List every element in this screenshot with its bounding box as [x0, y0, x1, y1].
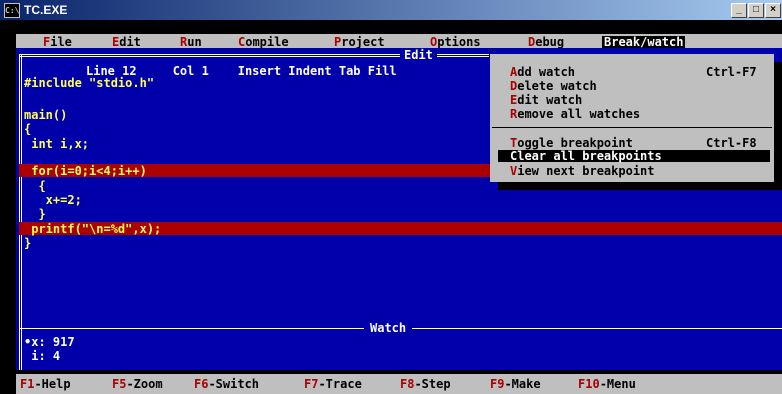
maximize-button[interactable]: □	[748, 3, 764, 18]
fkey-trace[interactable]: F7-Trace	[304, 378, 362, 390]
console-app-icon: C:\	[4, 3, 20, 18]
edit-frame-left	[19, 54, 22, 370]
code-line[interactable]: printf("\n=%d",x);	[24, 223, 161, 235]
fkey-switch[interactable]: F6-Switch	[194, 378, 259, 390]
watch-line[interactable]: •x: 917	[24, 336, 75, 348]
menu-item-remove-all-watches[interactable]: Remove all watches	[510, 108, 640, 120]
watch-line[interactable]: i: 4	[24, 350, 60, 362]
code-line[interactable]: for(i=0;i<4;i++)	[24, 165, 147, 177]
menu-item-toggle-breakpoint[interactable]: Toggle breakpoint	[510, 137, 633, 149]
fkey-step[interactable]: F8-Step	[400, 378, 451, 390]
menu-edit[interactable]: Edit	[112, 36, 141, 48]
minimize-button[interactable]: _	[731, 3, 747, 18]
fkey-menu[interactable]: F10-Menu	[578, 378, 636, 390]
menu-break-watch[interactable]: Break/watch	[602, 36, 686, 48]
fkey-zoom[interactable]: F5-Zoom	[112, 378, 163, 390]
code-line[interactable]: {	[24, 180, 45, 192]
fkey-make[interactable]: F9-Make	[490, 378, 541, 390]
code-line[interactable]: {	[24, 123, 31, 135]
menu-file[interactable]: File	[43, 36, 72, 48]
code-line[interactable]: int i,x;	[24, 138, 89, 150]
menu-project[interactable]: Project	[334, 36, 385, 48]
code-line[interactable]: main()	[24, 109, 67, 121]
menu-item-edit-watch[interactable]: Edit watch	[510, 94, 582, 106]
code-line[interactable]: #include "stdio.h"	[24, 77, 154, 89]
menu-item-view-next-breakpoint[interactable]: View next breakpoint	[510, 165, 655, 177]
fkey-help[interactable]: F1-Help	[20, 378, 71, 390]
code-line[interactable]: }	[24, 237, 31, 249]
menu-options[interactable]: Options	[430, 36, 481, 48]
window-title: TC.EXE	[24, 3, 68, 17]
shortcut-ctrl-f7: Ctrl-F7	[706, 65, 757, 79]
code-line[interactable]: }	[24, 208, 45, 220]
shortcut-ctrl-f8: Ctrl-F8	[706, 136, 757, 150]
menu-item-delete-watch[interactable]: Delete watch	[510, 80, 597, 92]
close-button[interactable]: ×	[765, 3, 781, 18]
code-line[interactable]: x+=2;	[24, 194, 82, 206]
edit-title: Edit	[400, 49, 437, 61]
menu-item-add-watch[interactable]: Add watch	[510, 66, 575, 78]
dropdown-separator	[492, 127, 772, 128]
menu-compile[interactable]: Compile	[238, 36, 289, 48]
menu-debug[interactable]: Debug	[528, 36, 564, 48]
menu-run[interactable]: Run	[180, 36, 202, 48]
watch-title: Watch	[364, 322, 413, 334]
window-titlebar[interactable]: C:\ TC.EXE _ □ ×	[0, 0, 782, 20]
menu-item-clear-all-breakpoints[interactable]: Clear all breakpoints	[498, 150, 770, 162]
